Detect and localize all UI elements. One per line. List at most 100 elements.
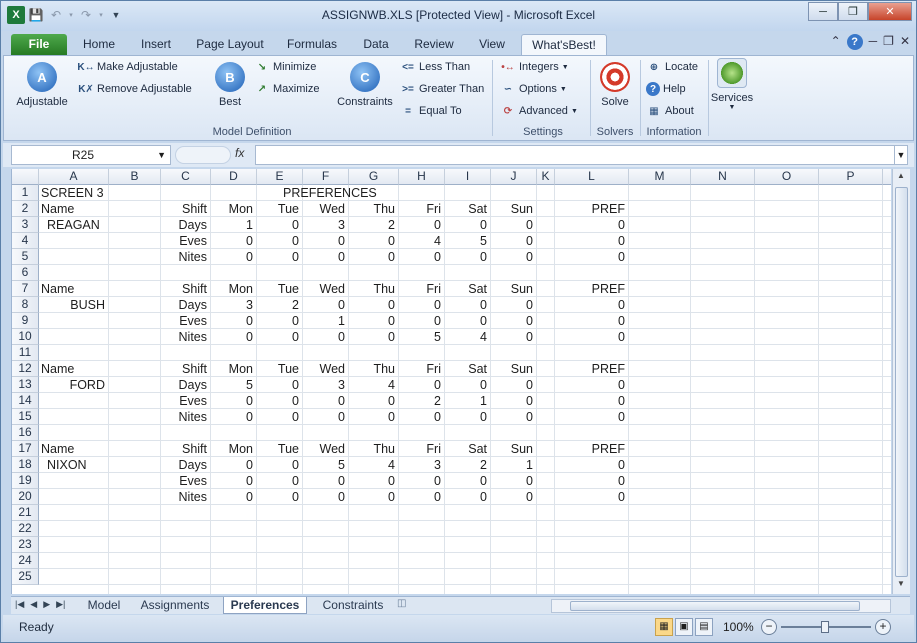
preference-value[interactable]: 0 xyxy=(213,457,253,473)
pref-value[interactable]: 0 xyxy=(557,249,625,265)
column-header[interactable]: F xyxy=(303,169,349,185)
preference-value[interactable]: 0 xyxy=(259,329,299,345)
preference-value[interactable]: 2 xyxy=(447,457,487,473)
person-name[interactable]: FORD xyxy=(41,377,105,393)
row-header[interactable]: 25 xyxy=(12,569,39,585)
page-break-view-icon[interactable]: ▤ xyxy=(695,618,713,636)
day-header[interactable]: Sat xyxy=(447,281,487,297)
zoom-level[interactable]: 100% xyxy=(723,620,754,634)
preference-value[interactable]: 0 xyxy=(259,377,299,393)
preference-value[interactable]: 0 xyxy=(259,217,299,233)
row-header[interactable]: 14 xyxy=(12,393,39,409)
preference-value[interactable]: 4 xyxy=(351,457,395,473)
zoom-in-icon[interactable]: + xyxy=(875,619,891,635)
expand-formula-bar-icon[interactable]: ▼ xyxy=(894,145,908,165)
preference-value[interactable]: 0 xyxy=(447,217,487,233)
preference-value[interactable]: 0 xyxy=(401,473,441,489)
remove-adjustable-button[interactable]: K✗ Remove Adjustable xyxy=(78,82,192,96)
advanced-button[interactable]: ⟳ Advanced ▼ xyxy=(500,104,578,118)
less-than-button[interactable]: <= Less Than xyxy=(400,60,470,74)
preference-value[interactable]: 0 xyxy=(493,297,533,313)
row-header[interactable]: 20 xyxy=(12,489,39,505)
preference-value[interactable]: 0 xyxy=(305,249,345,265)
day-header[interactable]: Wed xyxy=(305,281,345,297)
column-header[interactable]: O xyxy=(755,169,819,185)
tab-formulas[interactable]: Formulas xyxy=(279,34,345,55)
close-workbook-icon[interactable]: ✕ xyxy=(900,34,910,50)
integers-button[interactable]: •↔ Integers ▼ xyxy=(500,60,568,74)
column-header[interactable]: N xyxy=(691,169,755,185)
preference-value[interactable]: 3 xyxy=(213,297,253,313)
preference-value[interactable]: 0 xyxy=(351,329,395,345)
day-header[interactable]: Sat xyxy=(447,441,487,457)
insert-sheet-icon[interactable]: ◫ xyxy=(397,598,406,609)
preference-value[interactable]: 0 xyxy=(401,377,441,393)
preference-value[interactable]: 0 xyxy=(213,393,253,409)
shift-header[interactable]: Shift xyxy=(163,281,207,297)
preference-value[interactable]: 0 xyxy=(493,377,533,393)
column-header[interactable]: H xyxy=(399,169,445,185)
day-header[interactable]: Sun xyxy=(493,281,533,297)
sheet-tab-model[interactable]: Model xyxy=(81,597,127,614)
name-header[interactable]: Name xyxy=(41,281,105,297)
day-header[interactable]: Sun xyxy=(493,441,533,457)
minimize-window-icon[interactable]: ─ xyxy=(808,2,838,21)
shift-label[interactable]: Eves xyxy=(163,393,207,409)
row-header[interactable]: 22 xyxy=(12,521,39,537)
column-header[interactable]: B xyxy=(109,169,161,185)
preference-value[interactable]: 4 xyxy=(401,233,441,249)
day-header[interactable]: Thu xyxy=(351,361,395,377)
preference-value[interactable]: 1 xyxy=(213,217,253,233)
row-header[interactable]: 9 xyxy=(12,313,39,329)
person-name[interactable]: REAGAN xyxy=(41,217,105,233)
column-header[interactable]: G xyxy=(349,169,399,185)
preference-value[interactable]: 0 xyxy=(447,489,487,505)
insert-function-icon[interactable]: fx xyxy=(235,146,244,160)
day-header[interactable]: Mon xyxy=(213,201,253,217)
preference-value[interactable]: 2 xyxy=(351,217,395,233)
preference-value[interactable]: 0 xyxy=(305,233,345,249)
column-header[interactable]: J xyxy=(491,169,537,185)
shift-label[interactable]: Days xyxy=(163,377,207,393)
prev-sheet-icon[interactable]: ◀ xyxy=(30,599,37,610)
pref-value[interactable]: 0 xyxy=(557,233,625,249)
preference-value[interactable]: 4 xyxy=(447,329,487,345)
zoom-knob[interactable] xyxy=(821,621,829,633)
day-header[interactable]: Mon xyxy=(213,361,253,377)
row-header[interactable]: 4 xyxy=(12,233,39,249)
name-header[interactable]: Name xyxy=(41,361,105,377)
row-header[interactable]: 24 xyxy=(12,553,39,569)
name-box-dropdown-icon[interactable]: ▼ xyxy=(157,146,166,164)
row-header[interactable]: 15 xyxy=(12,409,39,425)
preference-value[interactable]: 0 xyxy=(401,409,441,425)
pref-header[interactable]: PREF xyxy=(557,361,625,377)
select-all-corner[interactable] xyxy=(12,169,39,185)
row-header[interactable]: 3 xyxy=(12,217,39,233)
preference-value[interactable]: 0 xyxy=(447,297,487,313)
name-header[interactable]: Name xyxy=(41,201,105,217)
preference-value[interactable]: 0 xyxy=(259,313,299,329)
preference-value[interactable]: 0 xyxy=(305,297,345,313)
sheet-title[interactable]: SCREEN 3 xyxy=(41,185,105,201)
normal-view-icon[interactable]: ▦ xyxy=(655,618,673,636)
column-header[interactable]: K xyxy=(537,169,555,185)
preference-value[interactable]: 0 xyxy=(259,473,299,489)
pref-value[interactable]: 0 xyxy=(557,329,625,345)
row-header[interactable]: 19 xyxy=(12,473,39,489)
zoom-out-icon[interactable]: − xyxy=(761,619,777,635)
day-header[interactable]: Tue xyxy=(259,441,299,457)
pref-value[interactable]: 0 xyxy=(557,377,625,393)
preference-value[interactable]: 3 xyxy=(401,457,441,473)
preference-value[interactable]: 0 xyxy=(401,313,441,329)
shift-label[interactable]: Eves xyxy=(163,313,207,329)
preference-value[interactable]: 0 xyxy=(259,489,299,505)
tab-view[interactable]: View xyxy=(469,34,515,55)
row-header[interactable]: 2 xyxy=(12,201,39,217)
preference-value[interactable]: 5 xyxy=(305,457,345,473)
day-header[interactable]: Wed xyxy=(305,441,345,457)
day-header[interactable]: Fri xyxy=(401,361,441,377)
preference-value[interactable]: 0 xyxy=(351,409,395,425)
preference-value[interactable]: 0 xyxy=(351,249,395,265)
make-adjustable-button[interactable]: K↔ Make Adjustable xyxy=(77,60,177,74)
shift-label[interactable]: Nites xyxy=(163,249,207,265)
